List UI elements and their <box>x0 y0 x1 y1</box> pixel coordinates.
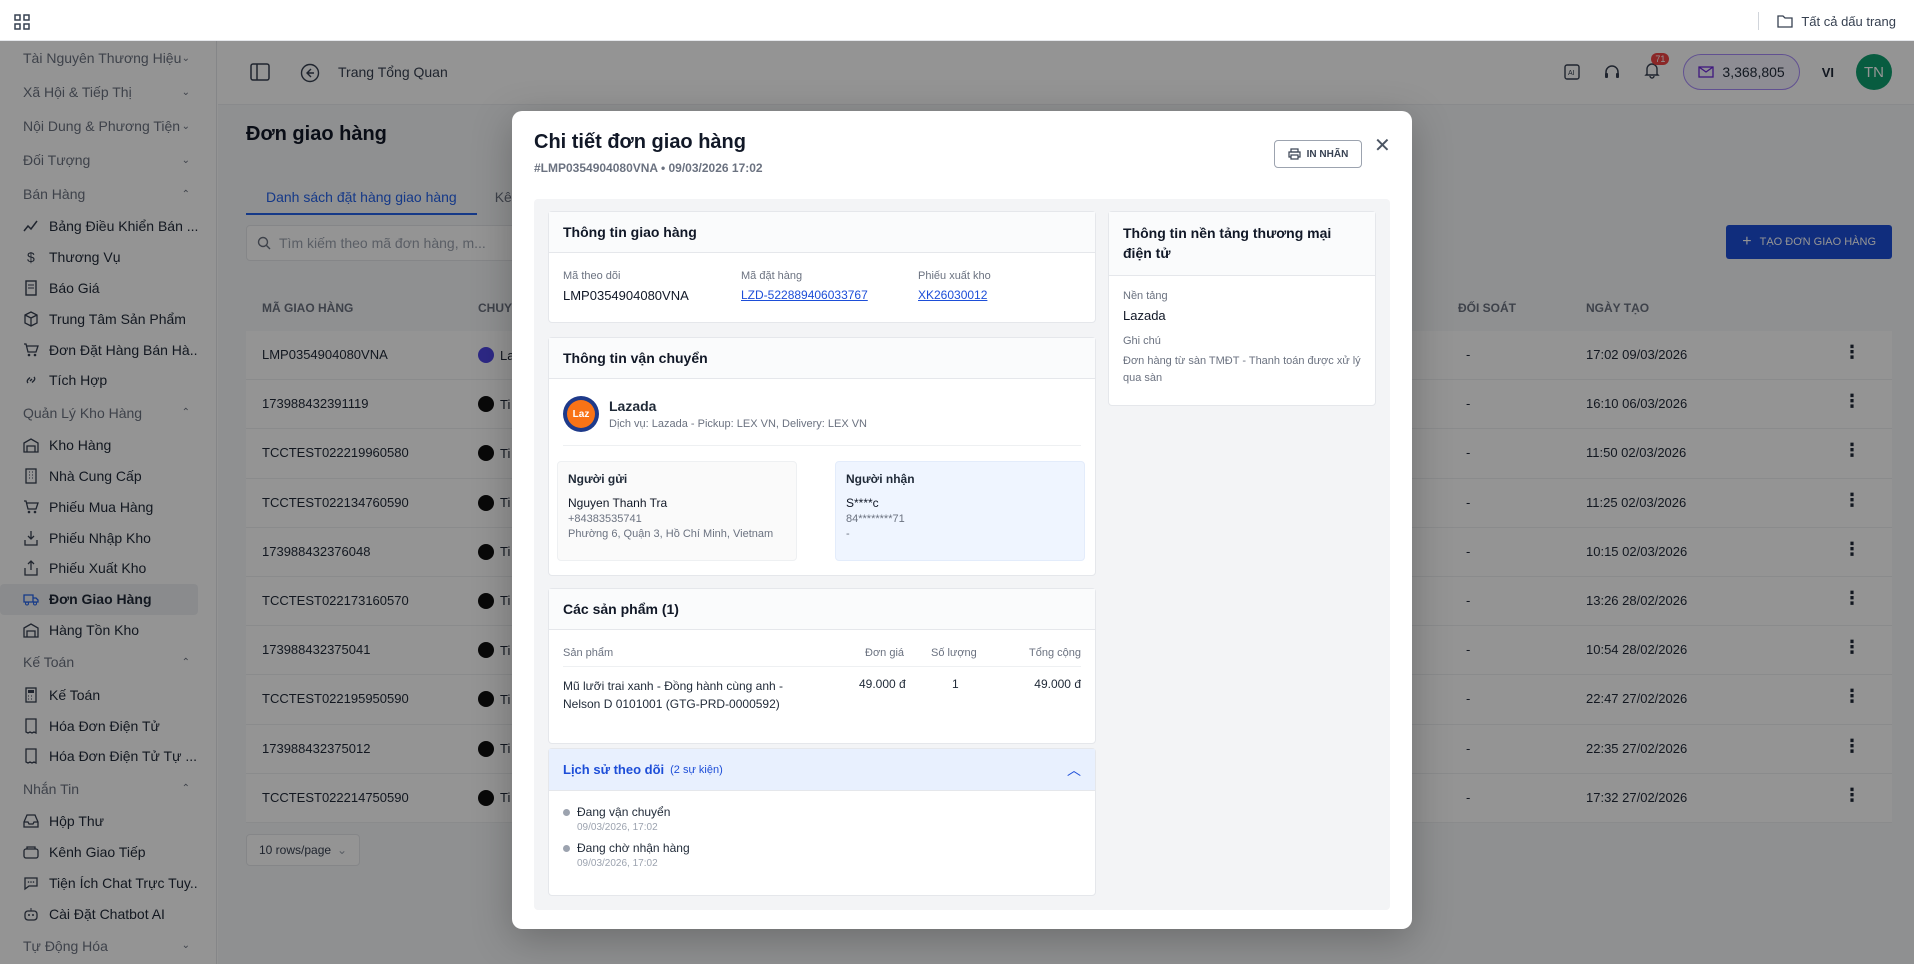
product-total: 49.000 đ <box>1034 677 1081 691</box>
sender-title: Người gửi <box>568 472 628 486</box>
transport-info-title: Thông tin vận chuyển <box>549 338 1095 379</box>
all-bookmarks-folder[interactable]: Tất cả dấu trang <box>1758 12 1896 30</box>
sender-name: Nguyen Thanh Tra <box>568 496 668 510</box>
history-card: Lịch sử theo dõi (2 sự kiện) ︿ Đang vận … <box>548 748 1096 896</box>
modal-subtitle: #LMP0354904080VNA • 09/03/2026 17:02 <box>534 161 763 175</box>
chevron-up-icon[interactable]: ︿ <box>1067 760 1081 780</box>
print-label-button[interactable]: IN NHÃN <box>1274 140 1362 168</box>
col-total: Tổng cộng <box>1029 647 1081 659</box>
export-slip-field: Phiếu xuất kho XK26030012 <box>918 270 991 302</box>
apps-grid-icon[interactable] <box>14 14 30 30</box>
note-value: Đơn hàng từ sàn TMĐT - Thanh toán được x… <box>1123 355 1361 384</box>
lazada-logo: Laz <box>563 396 599 432</box>
delivery-detail-modal: Chi tiết đơn giao hàng #LMP0354904080VNA… <box>512 111 1412 929</box>
carrier-service: Dịch vụ: Lazada - Pickup: LEX VN, Delive… <box>609 418 867 430</box>
timeline-dot <box>563 845 570 852</box>
parties: Người gửi Nguyen Thanh Tra +84383535741 … <box>557 461 1089 563</box>
note-label: Ghi chú <box>1123 335 1161 348</box>
tracking-value: LMP0354904080VNA <box>563 288 689 303</box>
lazada-logo-text: Laz <box>567 400 595 428</box>
sender-phone: +84383535741 <box>568 513 642 525</box>
product-price: 49.000 đ <box>859 677 906 691</box>
order-code-label: Mã đặt hàng <box>741 270 803 282</box>
history-header[interactable]: Lịch sử theo dõi (2 sự kiện) ︿ <box>549 749 1095 791</box>
platform-info-body: Nền tảng Lazada Ghi chú Đơn hàng từ sàn … <box>1109 276 1375 400</box>
sender-box: Người gửi Nguyen Thanh Tra +84383535741 … <box>557 461 797 561</box>
modal-body: Thông tin giao hàng Mã theo dõi LMP03549… <box>534 199 1390 910</box>
history-count: (2 sự kiện) <box>670 763 723 776</box>
folder-icon <box>1777 15 1793 28</box>
order-code-field: Mã đặt hàng LZD-522889406033767 <box>741 270 868 302</box>
receiver-name: S****c <box>846 496 879 510</box>
history-title: Lịch sử theo dõi <box>563 762 665 777</box>
platform-info-card: Thông tin nền tảng thương mại điện tử Nề… <box>1108 211 1376 406</box>
product-name: Mũ lưỡi trai xanh - Đồng hành cùng anh -… <box>563 679 784 711</box>
receiver-phone: 84********71 <box>846 513 905 525</box>
event-status: Đang chờ nhận hàng <box>577 841 690 855</box>
platform-label: Nền tảng <box>1123 290 1168 303</box>
bookmarks-bar: Tất cả dấu trang <box>0 0 1914 41</box>
timeline-dot <box>563 809 570 816</box>
printer-icon <box>1288 148 1301 160</box>
sender-address: Phường 6, Quận 3, Hồ Chí Minh, Vietnam <box>568 528 774 540</box>
col-qty: Số lượng <box>931 647 977 659</box>
event-status: Đang vận chuyển <box>577 805 671 819</box>
history-timeline: Đang vận chuyển 09/03/2026, 17:02 Đang chờ… <box>549 791 1095 891</box>
modal-title: Chi tiết đơn giao hàng <box>534 131 746 153</box>
export-slip-label: Phiếu xuất kho <box>918 270 991 282</box>
tracking-label: Mã theo dõi <box>563 270 621 282</box>
carrier-row: Laz Lazada Dịch vụ: Lazada - Pickup: LEX… <box>563 396 1081 446</box>
tracking-field: Mã theo dõi LMP0354904080VNA <box>563 270 689 303</box>
col-product: Sản phẩm <box>563 647 614 659</box>
event-time: 09/03/2026, 17:02 <box>577 858 658 869</box>
history-event: Đang vận chuyển 09/03/2026, 17:02 <box>563 805 1081 833</box>
receiver-address: - <box>846 528 850 540</box>
platform-info-title: Thông tin nền tảng thương mại điện tử <box>1109 212 1375 277</box>
products-card: Các sản phẩm (1) Sản phẩm Đơn giá Số lượ… <box>548 588 1096 744</box>
shipping-info-card: Thông tin giao hàng Mã theo dõi LMP03549… <box>548 211 1096 323</box>
print-label-text: IN NHÃN <box>1306 148 1349 160</box>
order-code-link[interactable]: LZD-522889406033767 <box>741 288 868 302</box>
product-qty: 1 <box>952 677 959 691</box>
event-time: 09/03/2026, 17:02 <box>577 822 658 833</box>
transport-info-card: Thông tin vận chuyển Laz Lazada Dịch vụ:… <box>548 337 1096 576</box>
platform-value: Lazada <box>1123 308 1166 324</box>
products-title: Các sản phẩm (1) <box>549 589 1095 630</box>
products-header: Sản phẩm Đơn giá Số lượng Tổng cộng <box>563 643 1081 667</box>
bookmark-separator <box>1758 12 1760 30</box>
history-event: Đang chờ nhận hàng 09/03/2026, 17:02 <box>563 841 1081 869</box>
col-price: Đơn giá <box>865 647 905 659</box>
close-icon[interactable]: ✕ <box>1374 133 1391 158</box>
receiver-title: Người nhận <box>846 472 915 486</box>
all-bookmarks-label: Tất cả dấu trang <box>1801 13 1896 29</box>
receiver-box: Người nhận S****c 84********71 - <box>835 461 1085 561</box>
shipping-info-title: Thông tin giao hàng <box>549 212 1095 253</box>
carrier-name: Lazada <box>609 398 657 414</box>
export-slip-link[interactable]: XK26030012 <box>918 288 991 302</box>
